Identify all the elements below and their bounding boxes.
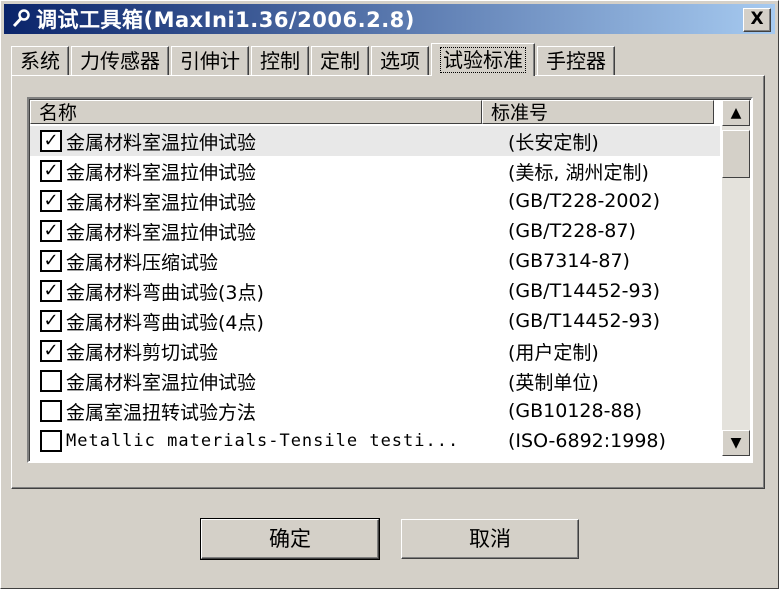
tab-label: 手控器	[546, 49, 606, 73]
checkbox[interactable]: ✓	[40, 160, 62, 182]
vertical-scrollbar[interactable]: ▲ ▼	[722, 100, 750, 456]
list-item[interactable]: ✓ 金属材料室温拉伸试验 (美标, 湖州定制)	[30, 156, 720, 186]
checkbox[interactable]: ✓	[40, 310, 62, 332]
title-bar[interactable]: 调试工具箱(MaxIni1.36/2006.2.8) X	[4, 4, 775, 34]
tab-2[interactable]: 引伸计	[171, 46, 249, 75]
tab-label: 力传感器	[80, 49, 160, 73]
tab-label: 系统	[20, 49, 60, 73]
tab-strip: 系统 力传感器 引伸计 控制 定制 选项 试验标准 手控器	[11, 43, 617, 76]
column-header-name[interactable]: 名称	[30, 100, 482, 124]
list-item[interactable]: ✓ 金属材料压缩试验 (GB7314-87)	[30, 246, 720, 276]
tab-label: 引伸计	[180, 49, 240, 73]
list-item[interactable]: ✓ 金属材料弯曲试验(4点) (GB/T14452-93)	[30, 306, 720, 336]
list-rows: ✓ 金属材料室温拉伸试验 (长安定制) ✓ 金属材料室温拉伸试验 (美标, 湖州定制) ✓ 金…	[30, 126, 720, 456]
item-standard: (GB10128-88)	[508, 400, 643, 422]
scroll-down-button[interactable]: ▼	[722, 430, 750, 456]
tab-7[interactable]: 手控器	[537, 46, 615, 75]
item-name: Metallic materials-Tensile testi...	[66, 431, 460, 451]
item-standard: (ISO-6892:1998)	[508, 430, 666, 452]
item-name: 金属材料弯曲试验(3点)	[66, 281, 264, 304]
item-name: 金属材料室温拉伸试验	[66, 221, 257, 244]
item-name: 金属材料剪切试验	[66, 341, 219, 364]
list-item[interactable]: Metallic materials-Tensile testi... (ISO-…	[30, 426, 720, 456]
tab-6[interactable]: 试验标准	[431, 43, 535, 76]
item-name: 金属材料室温拉伸试验	[66, 161, 257, 184]
item-name: 金属室温扭转试验方法	[66, 401, 257, 424]
item-standard: (GB7314-87)	[508, 250, 630, 272]
checkmark-icon: ✓	[43, 190, 59, 211]
arrow-up-icon: ▲	[730, 105, 742, 121]
wrench-icon	[10, 8, 32, 30]
checkmark-icon: ✓	[43, 250, 59, 271]
checkbox[interactable]	[40, 370, 62, 392]
window-title: 调试工具箱(MaxIni1.36/2006.2.8)	[36, 8, 415, 32]
item-standard: (英制单位)	[508, 371, 599, 394]
tab-label: 控制	[260, 49, 300, 73]
checkbox[interactable]	[40, 400, 62, 422]
tab-0[interactable]: 系统	[11, 46, 69, 75]
checkbox[interactable]: ✓	[40, 190, 62, 212]
item-standard: (GB/T228-2002)	[508, 190, 661, 212]
list-item[interactable]: ✓ 金属材料室温拉伸试验 (长安定制)	[30, 126, 720, 156]
scroll-thumb[interactable]	[722, 130, 750, 178]
arrow-down-icon: ▼	[730, 435, 742, 451]
list-header: 名称 标准号	[30, 100, 714, 126]
checkmark-icon: ✓	[43, 130, 59, 151]
item-name: 金属材料室温拉伸试验	[66, 371, 257, 394]
checkbox[interactable]: ✓	[40, 220, 62, 242]
checkmark-icon: ✓	[43, 160, 59, 181]
list-item[interactable]: 金属室温扭转试验方法 (GB10128-88)	[30, 396, 720, 426]
close-button[interactable]: X	[743, 8, 771, 32]
checkbox[interactable]: ✓	[40, 130, 62, 152]
list-item[interactable]: ✓ 金属材料弯曲试验(3点) (GB/T14452-93)	[30, 276, 720, 306]
list-item[interactable]: ✓ 金属材料剪切试验 (用户定制)	[30, 336, 720, 366]
scroll-up-button[interactable]: ▲	[722, 100, 750, 126]
tab-label: 试验标准	[440, 47, 526, 73]
standards-list[interactable]: 名称 标准号 ✓ 金属材料室温拉伸试验 (长安定制) ✓ 金属材料室温拉伸试验 (美标, …	[27, 97, 753, 463]
item-standard: (美标, 湖州定制)	[508, 161, 649, 184]
tab-label: 选项	[380, 49, 420, 73]
checkbox[interactable]: ✓	[40, 250, 62, 272]
tab-3[interactable]: 控制	[251, 46, 309, 75]
item-standard: (用户定制)	[508, 341, 599, 364]
ok-button[interactable]: 确定	[200, 518, 380, 560]
checkbox[interactable]	[40, 430, 62, 452]
list-item[interactable]: 金属材料室温拉伸试验 (英制单位)	[30, 366, 720, 396]
item-name: 金属材料室温拉伸试验	[66, 131, 257, 154]
tab-label: 定制	[320, 49, 360, 73]
checkmark-icon: ✓	[43, 340, 59, 361]
checkmark-icon: ✓	[43, 280, 59, 301]
tab-4[interactable]: 定制	[311, 46, 369, 75]
item-name: 金属材料弯曲试验(4点)	[66, 311, 264, 334]
checkmark-icon: ✓	[43, 310, 59, 331]
checkbox[interactable]: ✓	[40, 340, 62, 362]
item-name: 金属材料室温拉伸试验	[66, 191, 257, 214]
tab-5[interactable]: 选项	[371, 46, 429, 75]
list-item[interactable]: ✓ 金属材料室温拉伸试验 (GB/T228-87)	[30, 216, 720, 246]
item-standard: (长安定制)	[508, 131, 599, 154]
column-header-standard[interactable]: 标准号	[482, 100, 714, 124]
checkmark-icon: ✓	[43, 220, 59, 241]
dialog-window: 调试工具箱(MaxIni1.36/2006.2.8) X 系统 力传感器 引伸计 控制…	[0, 0, 779, 589]
cancel-button[interactable]: 取消	[401, 519, 579, 559]
item-standard: (GB/T14452-93)	[508, 280, 661, 302]
item-name: 金属材料压缩试验	[66, 251, 219, 274]
item-standard: (GB/T14452-93)	[508, 310, 661, 332]
list-item[interactable]: ✓ 金属材料室温拉伸试验 (GB/T228-2002)	[30, 186, 720, 216]
item-standard: (GB/T228-87)	[508, 220, 636, 242]
checkbox[interactable]: ✓	[40, 280, 62, 302]
tab-1[interactable]: 力传感器	[71, 46, 169, 75]
